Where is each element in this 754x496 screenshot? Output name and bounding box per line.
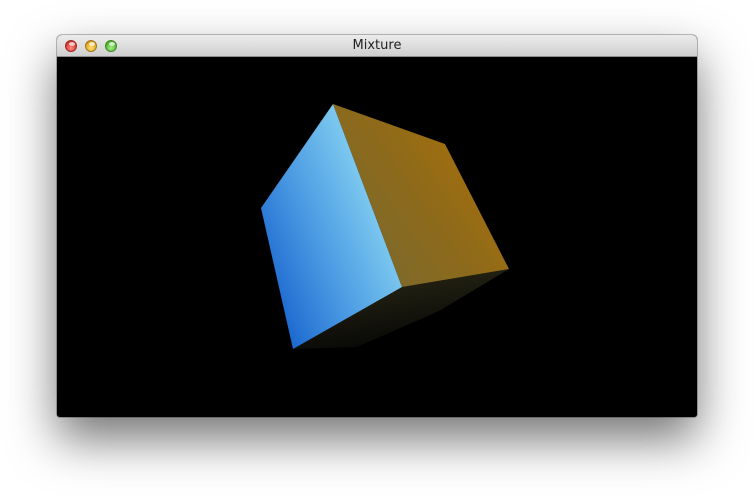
scene-canvas — [261, 104, 509, 349]
render-viewport[interactable] — [57, 57, 697, 417]
app-window: Mixture — [57, 35, 697, 417]
title-bar[interactable]: Mixture — [57, 35, 697, 57]
window-title: Mixture — [352, 38, 402, 53]
